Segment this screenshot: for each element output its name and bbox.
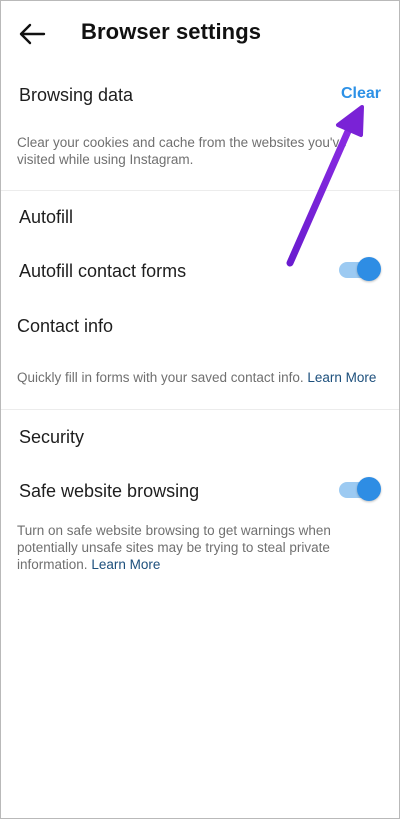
divider xyxy=(1,409,399,410)
browsing-data-title: Browsing data xyxy=(19,85,134,105)
autofill-contact-forms-label: Autofill contact forms xyxy=(19,261,187,281)
autofill-description-text: Quickly fill in forms with your saved co… xyxy=(17,370,304,385)
security-section-title: Security xyxy=(19,427,85,447)
contact-info-item[interactable]: Contact info xyxy=(17,316,113,337)
autofill-description: Quickly fill in forms with your saved co… xyxy=(17,369,387,386)
clear-browsing-data-button[interactable]: Clear xyxy=(341,85,381,103)
arrow-left-icon xyxy=(19,23,46,45)
page-title: Browser settings xyxy=(81,19,262,44)
annotation-arrow-icon xyxy=(286,105,364,267)
divider xyxy=(1,190,399,191)
autofill-contact-forms-toggle[interactable] xyxy=(339,257,381,283)
browsing-data-description: Clear your cookies and cache from the we… xyxy=(17,135,347,167)
security-description-text: Turn on safe website browsing to get war… xyxy=(17,523,331,572)
autofill-learn-more-link[interactable]: Learn More xyxy=(307,370,376,385)
toggle-knob xyxy=(357,257,381,281)
security-description: Turn on safe website browsing to get war… xyxy=(17,522,362,573)
back-button[interactable] xyxy=(15,17,49,51)
security-learn-more-link[interactable]: Learn More xyxy=(91,557,160,572)
autofill-section-title: Autofill xyxy=(19,207,74,227)
toggle-knob xyxy=(357,477,381,501)
safe-browsing-toggle[interactable] xyxy=(339,477,381,503)
app-header: Browser settings xyxy=(1,1,399,65)
safe-browsing-label: Safe website browsing xyxy=(19,481,200,501)
